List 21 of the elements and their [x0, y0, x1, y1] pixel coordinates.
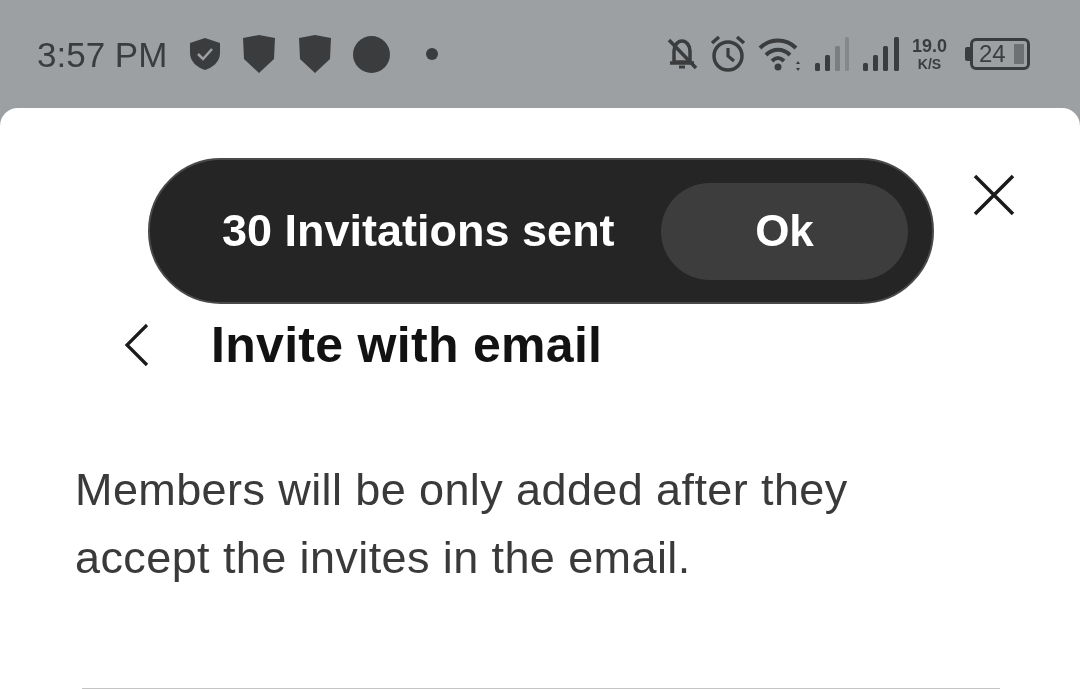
toast-message: 30 Invitations sent: [222, 204, 615, 259]
back-chevron-icon: [123, 323, 149, 367]
close-icon: [973, 174, 1015, 216]
description-text: Members will be only added after they accept the invites in the email.: [75, 463, 849, 585]
page-title: Invite with email: [211, 320, 603, 370]
wifi-icon: [757, 36, 802, 72]
signal-weak-icon: [813, 37, 850, 71]
bell-off-icon: [665, 37, 698, 71]
battery-fill: [1014, 44, 1024, 64]
shield-icon: [297, 35, 334, 73]
network-speed-unit: K/S: [917, 57, 942, 71]
network-speed: 19.0: [911, 37, 947, 55]
dot-icon: [426, 48, 439, 60]
status-time: 3:57 PM: [37, 36, 168, 72]
shield-icon: [241, 35, 278, 73]
alarm-clock-icon: [709, 35, 746, 73]
circle-icon: [353, 35, 391, 73]
signal-icon: [861, 37, 900, 71]
shield-check-icon: [189, 37, 222, 71]
ok-button[interactable]: Ok: [661, 182, 908, 280]
battery-level: 24: [979, 42, 1006, 66]
